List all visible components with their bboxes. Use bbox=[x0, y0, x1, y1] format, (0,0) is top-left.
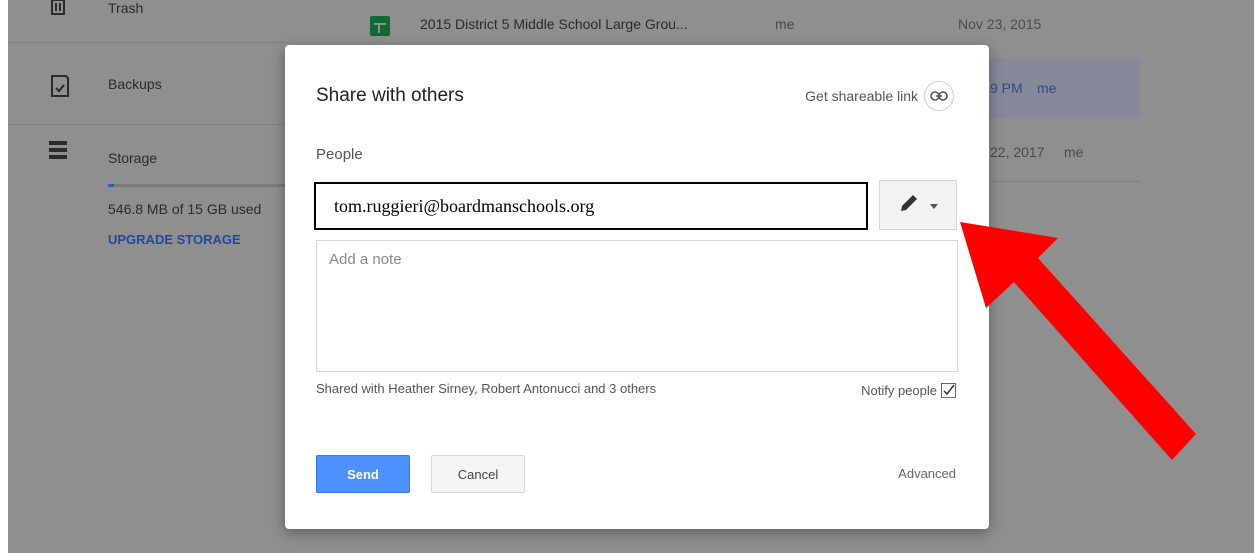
people-input-value: tom.ruggieri@boardmanschools.org bbox=[334, 195, 595, 216]
advanced-link[interactable]: Advanced bbox=[898, 466, 956, 481]
sidebar-item-storage[interactable]: Storage bbox=[108, 150, 157, 166]
left-border bbox=[0, 0, 8, 553]
arrow-shape bbox=[960, 222, 1196, 460]
get-link-label[interactable]: Get shareable link bbox=[805, 88, 918, 104]
storage-usage-text: 546.8 MB of 15 GB used bbox=[108, 201, 262, 217]
pencil-icon bbox=[898, 192, 920, 219]
red-arrow-annotation bbox=[960, 222, 1196, 460]
chevron-down-icon bbox=[930, 196, 938, 214]
notify-people[interactable]: Notify people bbox=[861, 383, 956, 398]
people-input[interactable]: tom.ruggieri@boardmanschools.org bbox=[314, 182, 868, 230]
right-border bbox=[1254, 0, 1260, 553]
file-owner: me bbox=[1037, 80, 1057, 96]
backup-icon[interactable] bbox=[50, 74, 70, 97]
divider bbox=[990, 181, 1140, 182]
storage-bar bbox=[108, 184, 288, 187]
trash-icon[interactable] bbox=[48, 0, 68, 20]
share-dialog: Share with others Get shareable link Peo… bbox=[285, 45, 989, 529]
get-shareable-link[interactable]: Get shareable link bbox=[805, 81, 954, 111]
file-name[interactable]: 2015 District 5 Middle School Large Grou… bbox=[420, 16, 688, 32]
dialog-title: Share with others bbox=[316, 85, 464, 106]
storage-bar-fill bbox=[108, 184, 114, 187]
file-modified: 9 PM bbox=[990, 80, 1023, 96]
storage-icon bbox=[48, 140, 68, 160]
note-placeholder: Add a note bbox=[329, 251, 402, 268]
sidebar-item-backups[interactable]: Backups bbox=[108, 76, 162, 92]
file-modified: Nov 23, 2015 bbox=[958, 16, 1042, 32]
permission-dropdown-button[interactable] bbox=[879, 180, 957, 230]
upgrade-storage-link[interactable]: UPGRADE STORAGE bbox=[108, 232, 241, 247]
cancel-button[interactable]: Cancel bbox=[431, 455, 525, 493]
notify-label: Notify people bbox=[861, 383, 937, 398]
shared-with-text[interactable]: Shared with Heather Sirney, Robert Anton… bbox=[316, 381, 656, 396]
sidebar-item-trash[interactable]: Trash bbox=[108, 0, 143, 16]
send-button[interactable]: Send bbox=[316, 455, 410, 493]
divider bbox=[8, 42, 288, 43]
people-label: People bbox=[316, 146, 363, 163]
file-owner: me bbox=[1064, 144, 1084, 160]
note-textarea[interactable]: Add a note bbox=[316, 240, 958, 372]
divider bbox=[8, 124, 288, 125]
file-modified: 22, 2017 bbox=[990, 144, 1045, 160]
sheets-icon bbox=[370, 16, 390, 36]
link-icon[interactable] bbox=[924, 81, 954, 111]
file-owner: me bbox=[775, 16, 795, 32]
